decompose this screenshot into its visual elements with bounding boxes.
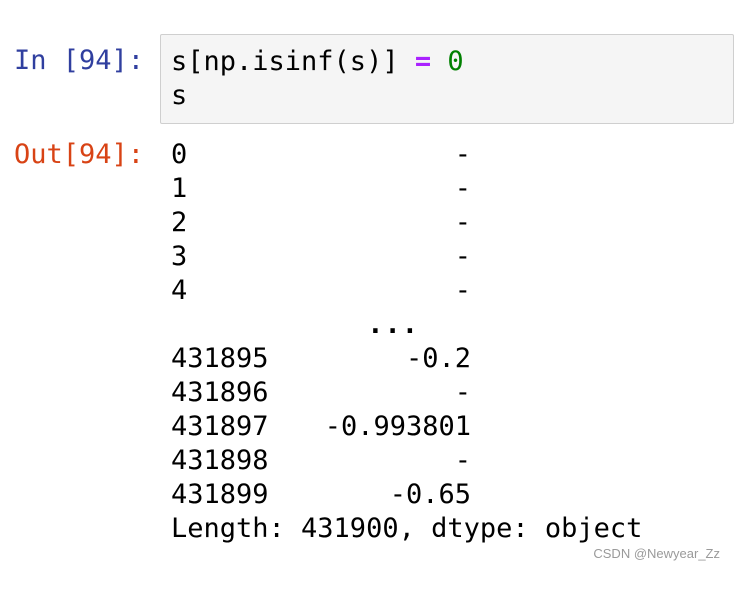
row-index: 431898 xyxy=(171,445,269,476)
row-index: 0 xyxy=(171,139,188,170)
row-value: - xyxy=(454,173,471,204)
row-value: - xyxy=(454,207,471,238)
row-index: 1 xyxy=(171,173,188,204)
assignment-operator: = xyxy=(414,46,432,77)
row-value: - xyxy=(454,241,471,272)
series-row: 431896 - xyxy=(171,376,471,410)
series-row: 431897 -0.993801 xyxy=(171,410,471,444)
row-value: - xyxy=(454,445,471,476)
series-row: 0 - xyxy=(171,138,471,172)
series-footer: Length: 431900, dtype: object xyxy=(171,513,643,544)
series-row: 4 - xyxy=(171,274,471,308)
series-row: 431898 - xyxy=(171,444,471,478)
row-value: - xyxy=(454,377,471,408)
row-value: -0.2 xyxy=(405,343,471,374)
series-row: 431895 -0.2 xyxy=(171,342,471,376)
series-row: 1 - xyxy=(171,172,471,206)
row-index: 431899 xyxy=(171,479,269,510)
row-index: 431896 xyxy=(171,377,269,408)
code-line-2: s xyxy=(171,80,188,111)
series-row: 431899 -0.65 xyxy=(171,478,471,512)
watermark-text: CSDN @Newyear_Zz xyxy=(593,546,720,561)
number-literal: 0 xyxy=(447,46,464,77)
row-value: -0.65 xyxy=(389,479,471,510)
output-area: 0 - 1 - 2 - 3 - 4 - ... 431895 -0.2 4318… xyxy=(171,138,642,546)
input-prompt: In [94]: xyxy=(14,45,145,76)
code-input-cell[interactable]: s[np.isinf(s)] = 0 s xyxy=(160,34,734,124)
series-row: 3 - xyxy=(171,240,471,274)
series-row: 2 - xyxy=(171,206,471,240)
row-index: 4 xyxy=(171,275,188,306)
row-index: 431897 xyxy=(171,411,269,442)
row-value: -0.993801 xyxy=(324,411,471,442)
row-index: 3 xyxy=(171,241,188,272)
code-line-1: s[np.isinf(s)] = 0 xyxy=(171,45,733,79)
code-text: s[np.isinf(s)] xyxy=(171,46,415,77)
row-index: 431895 xyxy=(171,343,269,374)
output-prompt: Out[94]: xyxy=(14,139,145,170)
row-value: - xyxy=(454,275,471,306)
row-value: - xyxy=(454,139,471,170)
row-index: 2 xyxy=(171,207,188,238)
